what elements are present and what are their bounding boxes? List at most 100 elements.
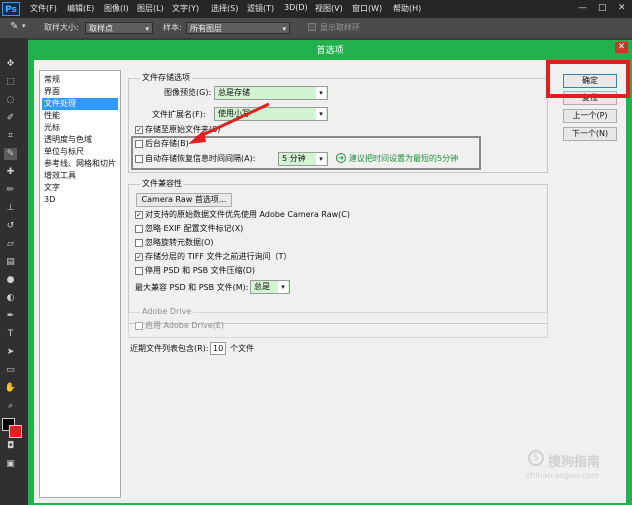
dialog-title: 首选项: [316, 46, 344, 56]
tool-preset-arrow-icon[interactable]: ▾: [22, 22, 26, 30]
menu-image[interactable]: 图像(I): [104, 3, 129, 14]
pen-tool-icon[interactable]: ✒: [4, 310, 17, 322]
image-preview-value: 总是存储: [218, 88, 250, 97]
red-arrow-icon: [188, 102, 270, 144]
eyedropper-tool-icon[interactable]: ✎: [4, 148, 17, 160]
compat-option-label: 停用 PSD 和 PSB 文件压缩(D): [145, 266, 256, 275]
menu-type[interactable]: 文字(Y): [172, 3, 199, 14]
max-compat-select[interactable]: 总是 ▾: [250, 280, 290, 294]
move-tool-icon[interactable]: ✥: [4, 58, 17, 70]
dialog-body: 常规 界面 文件处理 性能 光标 透明度与色域 单位与标尺 参考线、网格和切片 …: [34, 60, 630, 503]
max-compat-label: 最大兼容 PSD 和 PSB 文件(M):: [135, 283, 249, 292]
menu-bar: Ps 文件(F) 编辑(E) 图像(I) 图层(L) 文字(Y) 选择(S) 滤…: [0, 0, 632, 18]
lasso-tool-icon[interactable]: ◌: [4, 94, 17, 106]
tools-panel: ✥ ⬚ ◌ ✐ ⌗ ✎ ✚ ✏ ⊥ ↺ ▱ ▤ ● ◐ ✒ T ➤ ▭ ✋ ⌕ …: [0, 38, 28, 505]
healing-tool-icon[interactable]: ✚: [4, 166, 17, 178]
dodge-tool-icon[interactable]: ◐: [4, 292, 17, 304]
adobe-drive-checkbox[interactable]: [135, 322, 143, 330]
ok-highlight-frame: [546, 60, 630, 98]
category-general[interactable]: 常规: [42, 74, 118, 86]
menu-select[interactable]: 选择(S): [211, 3, 238, 14]
shape-tool-icon[interactable]: ▭: [4, 364, 17, 376]
chevron-down-icon: ▾: [316, 108, 326, 120]
menu-3d[interactable]: 3D(D): [284, 3, 308, 12]
sample-size-value: 取样点: [89, 24, 113, 33]
show-ring-checkbox[interactable]: [308, 23, 316, 31]
category-list: 常规 界面 文件处理 性能 光标 透明度与色域 单位与标尺 参考线、网格和切片 …: [39, 70, 121, 498]
image-preview-select[interactable]: 总是存储 ▾: [214, 86, 328, 100]
compat-option-label: 忽略旋转元数据(O): [145, 238, 214, 247]
eraser-tool-icon[interactable]: ▱: [4, 238, 17, 250]
compat-option-checkbox[interactable]: [135, 239, 143, 247]
compat-option-checkbox[interactable]: [135, 267, 143, 275]
previous-button[interactable]: 上一个(P): [563, 109, 617, 123]
category-interface[interactable]: 界面: [42, 86, 118, 98]
crop-tool-icon[interactable]: ⌗: [4, 130, 17, 142]
category-plugins[interactable]: 增效工具: [42, 170, 118, 182]
type-tool-icon[interactable]: T: [4, 328, 17, 340]
background-color-swatch[interactable]: [9, 425, 22, 438]
camera-raw-prefs-button[interactable]: Camera Raw 首选项...: [136, 193, 232, 207]
sample-size-label: 取样大小:: [44, 23, 79, 32]
menu-layer[interactable]: 图层(L): [137, 3, 164, 14]
close-window-icon[interactable]: ✕: [618, 3, 626, 13]
menu-view[interactable]: 视图(V): [315, 3, 343, 14]
path-select-icon[interactable]: ➤: [4, 346, 17, 358]
quick-select-tool-icon[interactable]: ✐: [4, 112, 17, 124]
category-file-handling[interactable]: 文件处理: [42, 98, 118, 110]
category-units-rulers[interactable]: 单位与标尺: [42, 146, 118, 158]
watermark-text: 搜狗指南: [548, 455, 601, 470]
minimize-icon[interactable]: —: [578, 3, 587, 13]
adobe-drive-legend: Adobe Drive: [140, 307, 194, 317]
compat-option-label: 存储分层的 TIFF 文件之前进行询问（T）: [145, 252, 292, 261]
category-transparency[interactable]: 透明度与色域: [42, 134, 118, 146]
sample-size-select[interactable]: 取样点 ▾: [85, 22, 153, 34]
category-performance[interactable]: 性能: [42, 110, 118, 122]
compat-option-checkbox[interactable]: ✓: [135, 211, 143, 219]
recent-files-input[interactable]: 10: [210, 342, 226, 355]
category-3d[interactable]: 3D: [42, 194, 118, 206]
close-icon[interactable]: ✕: [615, 42, 628, 53]
hand-tool-icon[interactable]: ✋: [4, 382, 17, 394]
compat-option-checkbox[interactable]: ✓: [135, 253, 143, 261]
chevron-down-icon: ▾: [278, 281, 288, 293]
menu-window[interactable]: 窗口(W): [352, 3, 382, 14]
gradient-tool-icon[interactable]: ▤: [4, 256, 17, 268]
marquee-tool-icon[interactable]: ⬚: [4, 76, 17, 88]
screen-mode-icon[interactable]: ▣: [4, 458, 17, 470]
recent-files-label: 近期文件列表包含(R):: [130, 344, 209, 353]
menu-filter[interactable]: 滤镜(T): [247, 3, 274, 14]
preferences-dialog: 首选项 ✕ 常规 界面 文件处理 性能 光标 透明度与色域 单位与标尺 参考线、…: [28, 40, 632, 505]
adobe-drive-label: 启用 Adobe Drive(E): [145, 321, 225, 330]
maximize-icon[interactable]: □: [598, 3, 607, 13]
show-ring-label: 显示取样环: [320, 23, 360, 32]
chevron-down-icon: ▾: [145, 25, 149, 33]
compat-option-label: 对支持的原始数据文件优先使用 Adobe Camera Raw(C): [145, 210, 350, 219]
sogou-logo-icon: S: [528, 450, 544, 466]
sample-value: 所有图层: [190, 24, 222, 33]
recent-files-suffix: 个文件: [230, 344, 254, 353]
chevron-down-icon: ▾: [316, 87, 326, 99]
quick-mask-icon[interactable]: ◘: [4, 440, 17, 452]
zoom-tool-icon[interactable]: ⌕: [4, 400, 17, 412]
blur-tool-icon[interactable]: ●: [4, 274, 17, 286]
eyedropper-icon[interactable]: ✎: [10, 21, 18, 32]
compat-option-checkbox[interactable]: [135, 225, 143, 233]
category-type[interactable]: 文字: [42, 182, 118, 194]
brush-tool-icon[interactable]: ✏: [4, 184, 17, 196]
sample-select[interactable]: 所有图层 ▾: [186, 22, 290, 34]
category-cursors[interactable]: 光标: [42, 122, 118, 134]
menu-help[interactable]: 帮助(H): [393, 3, 421, 14]
category-guides-grid[interactable]: 参考线、网格和切片: [42, 158, 118, 170]
next-button[interactable]: 下一个(N): [563, 127, 617, 141]
menu-edit[interactable]: 编辑(E): [67, 3, 94, 14]
sample-label: 样本:: [163, 23, 182, 32]
compat-legend: 文件兼容性: [140, 179, 184, 189]
options-bar: ✎ ▾ 取样大小: 取样点 ▾ 样本: 所有图层 ▾ 显示取样环: [0, 18, 632, 38]
save-original-checkbox[interactable]: ✓: [135, 126, 143, 134]
stamp-tool-icon[interactable]: ⊥: [4, 202, 17, 214]
watermark-url: zhinan.sogou.com: [526, 471, 599, 480]
max-compat-value: 总是: [254, 282, 270, 291]
history-brush-icon[interactable]: ↺: [4, 220, 17, 232]
menu-file[interactable]: 文件(F): [30, 3, 57, 14]
